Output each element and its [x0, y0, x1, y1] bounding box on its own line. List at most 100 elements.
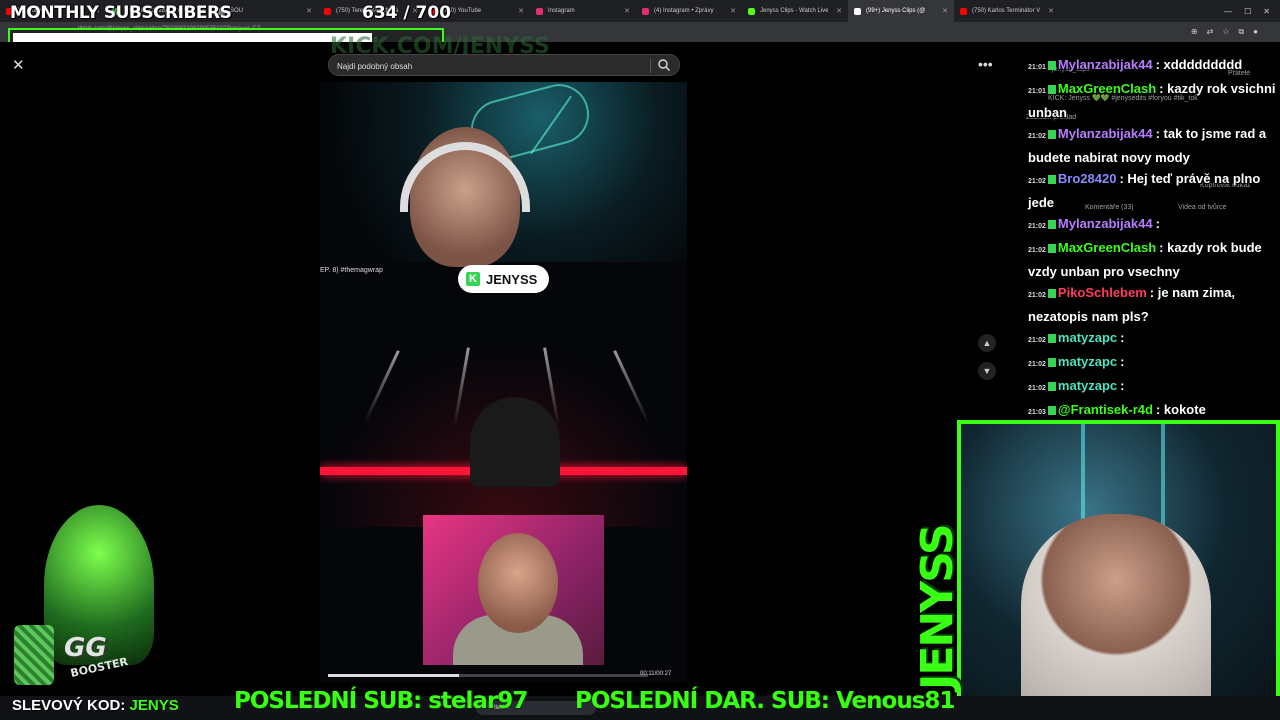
kick-badge-icon: [1047, 406, 1056, 415]
tab-favicon-icon: [748, 7, 755, 15]
chat-timestamp: 21:02: [1028, 223, 1046, 230]
tab-close-icon[interactable]: ✕: [518, 7, 524, 15]
star-icon[interactable]: ☆: [1222, 27, 1229, 37]
browser-tab[interactable]: (4) Instagram • Zprávy ✕: [636, 0, 742, 22]
chat-timestamp: 21:02: [1028, 133, 1046, 140]
promo-code: SLEVOVÝ KOD: JENYS: [12, 697, 179, 714]
tab-close-icon[interactable]: ✕: [306, 7, 312, 15]
chat-timestamp: 21:02: [1028, 385, 1046, 392]
chat-username[interactable]: Mylanzabijak44: [1058, 126, 1153, 141]
tab-close-icon[interactable]: ✕: [624, 7, 630, 15]
chat-message: 21:02 PikoSchlebem: je nam zima, nezatopi…: [1024, 282, 1276, 327]
chat-text: : xddddddddd: [1155, 57, 1243, 72]
chat-username[interactable]: matyzapc: [1058, 354, 1117, 369]
chat-text: :: [1155, 216, 1160, 231]
previous-video-icon[interactable]: ▲: [978, 334, 996, 352]
chat-username[interactable]: Bro28420: [1058, 171, 1117, 186]
gg-logo: GG: [64, 633, 107, 663]
stage-light: [453, 347, 470, 427]
chat-message: 21:02 matyzapc:: [1024, 351, 1276, 375]
kick-badge-icon: [1047, 382, 1056, 391]
chat-username[interactable]: @Frantisek-r4d: [1058, 402, 1153, 417]
chat-username[interactable]: matyzapc: [1058, 378, 1117, 393]
promo-code-value: JENYS: [129, 697, 179, 714]
video-progress-bar[interactable]: [328, 674, 648, 677]
clip-caption: EP. 8) #themagwrap: [320, 267, 383, 274]
tab-close-icon[interactable]: ✕: [942, 7, 948, 15]
chat-username[interactable]: Mylanzabijak44: [1058, 57, 1153, 72]
chat-message: 21:02 matyzapc:: [1024, 327, 1276, 351]
video-player[interactable]: EP. 8) #themagwrap K JENYSS 00:11/00:27: [320, 82, 687, 682]
last-sub: POSLEDNÍ SUB: stelar97: [234, 688, 528, 714]
tab-close-icon[interactable]: ✕: [1048, 7, 1054, 15]
tab-favicon-icon: [324, 7, 331, 15]
chat-message: 21:01 Mylanzabijak44: xddddddddd: [1024, 54, 1276, 78]
chat-username[interactable]: Mylanzabijak44: [1058, 216, 1153, 231]
kick-badge-icon: [1047, 289, 1056, 298]
profile-icon[interactable]: ●: [1253, 27, 1258, 37]
tab-label: SOU: [230, 8, 244, 14]
kick-badge-icon: [1047, 244, 1056, 253]
channel-logo-pill: K JENYSS: [458, 265, 550, 293]
kick-badge-icon: [1047, 61, 1056, 70]
chat-timestamp: 21:01: [1028, 88, 1046, 95]
chat-username[interactable]: MaxGreenClash: [1058, 81, 1156, 96]
browser-tab[interactable]: (750) Karlos Terminátor V ✕: [954, 0, 1060, 22]
chat-text: :: [1120, 354, 1125, 369]
chat-timestamp: 21:03: [1028, 409, 1046, 416]
chat-timestamp: 21:02: [1028, 247, 1046, 254]
tab-label: Instagram: [548, 8, 575, 14]
chat-message: 21:02 Mylanzabijak44: tak to jsme rad a b…: [1024, 123, 1276, 168]
kick-logo-icon: K: [466, 272, 480, 286]
maximize-icon[interactable]: ☐: [1244, 7, 1251, 16]
kick-badge-icon: [1047, 130, 1056, 139]
chat-username[interactable]: MaxGreenClash: [1058, 240, 1156, 255]
chat-timestamp: 21:02: [1028, 361, 1046, 368]
monthly-subscribers-count: 634 / 700: [362, 3, 452, 23]
more-options-icon[interactable]: •••: [978, 56, 993, 72]
tab-favicon-icon: [536, 7, 543, 15]
streamer-clip: [320, 82, 687, 267]
window-controls: — ☐ ✕: [1224, 7, 1280, 16]
tab-label: (750) Karlos Terminátor V: [972, 8, 1041, 14]
next-video-icon[interactable]: ▼: [978, 362, 996, 380]
search-divider: [650, 59, 651, 73]
extension-icons: ⊕ ⇄ ☆ ⧉ ●: [1191, 27, 1258, 37]
search-icon[interactable]: [657, 58, 671, 72]
chat-text: :: [1120, 378, 1125, 393]
chat-message: 21:02 Mylanzabijak44:: [1024, 213, 1276, 237]
zoom-icon[interactable]: ⊕: [1191, 27, 1198, 37]
translate-icon[interactable]: ⇄: [1207, 27, 1214, 37]
sponsor-graphic: GG BOOSTER: [14, 505, 174, 695]
browser-tab[interactable]: Jenyss Clips - Watch Live ✕: [742, 0, 848, 22]
chat-message: 21:01 MaxGreenClash: kazdy rok vsichni un…: [1024, 78, 1276, 123]
stream-chat: 21:01 Mylanzabijak44: xddddddddd 21:01 MaxG…: [1024, 54, 1276, 418]
kick-badge-icon: [1047, 175, 1056, 184]
tab-close-icon[interactable]: ✕: [730, 7, 736, 15]
meme-face: [478, 533, 558, 633]
tab-favicon-icon: [854, 7, 861, 15]
minimize-icon[interactable]: —: [1224, 7, 1232, 16]
close-icon[interactable]: ✕: [12, 56, 25, 74]
stage-light: [363, 350, 400, 424]
kick-badge-icon: [1047, 334, 1056, 343]
browser-tab[interactable]: (99+) Jenyss Clips (@ ✕: [848, 0, 954, 22]
chat-timestamp: 21:01: [1028, 64, 1046, 71]
search-input[interactable]: [337, 59, 647, 73]
booster-can: [14, 625, 54, 685]
tab-close-icon[interactable]: ✕: [836, 7, 842, 15]
tab-label: (4) Instagram • Zprávy: [654, 8, 714, 14]
video-progress-fill: [328, 674, 460, 677]
chat-username[interactable]: PikoSchlebem: [1058, 285, 1147, 300]
browser-tab[interactable]: Instagram ✕: [530, 0, 636, 22]
chat-timestamp: 21:02: [1028, 337, 1046, 344]
extensions-icon[interactable]: ⧉: [1238, 27, 1244, 37]
chat-message: 21:02 matyzapc:: [1024, 375, 1276, 399]
monthly-subscribers-title: MONTHLY SUBSCRIBERS: [10, 3, 232, 23]
close-window-icon[interactable]: ✕: [1263, 7, 1270, 16]
chat-username[interactable]: matyzapc: [1058, 330, 1117, 345]
tab-favicon-icon: [960, 7, 967, 15]
promo-label: SLEVOVÝ KOD:: [12, 697, 126, 714]
video-time: 00:11/00:27: [640, 671, 672, 677]
webcam-brand-text: JENYSS: [912, 525, 963, 690]
